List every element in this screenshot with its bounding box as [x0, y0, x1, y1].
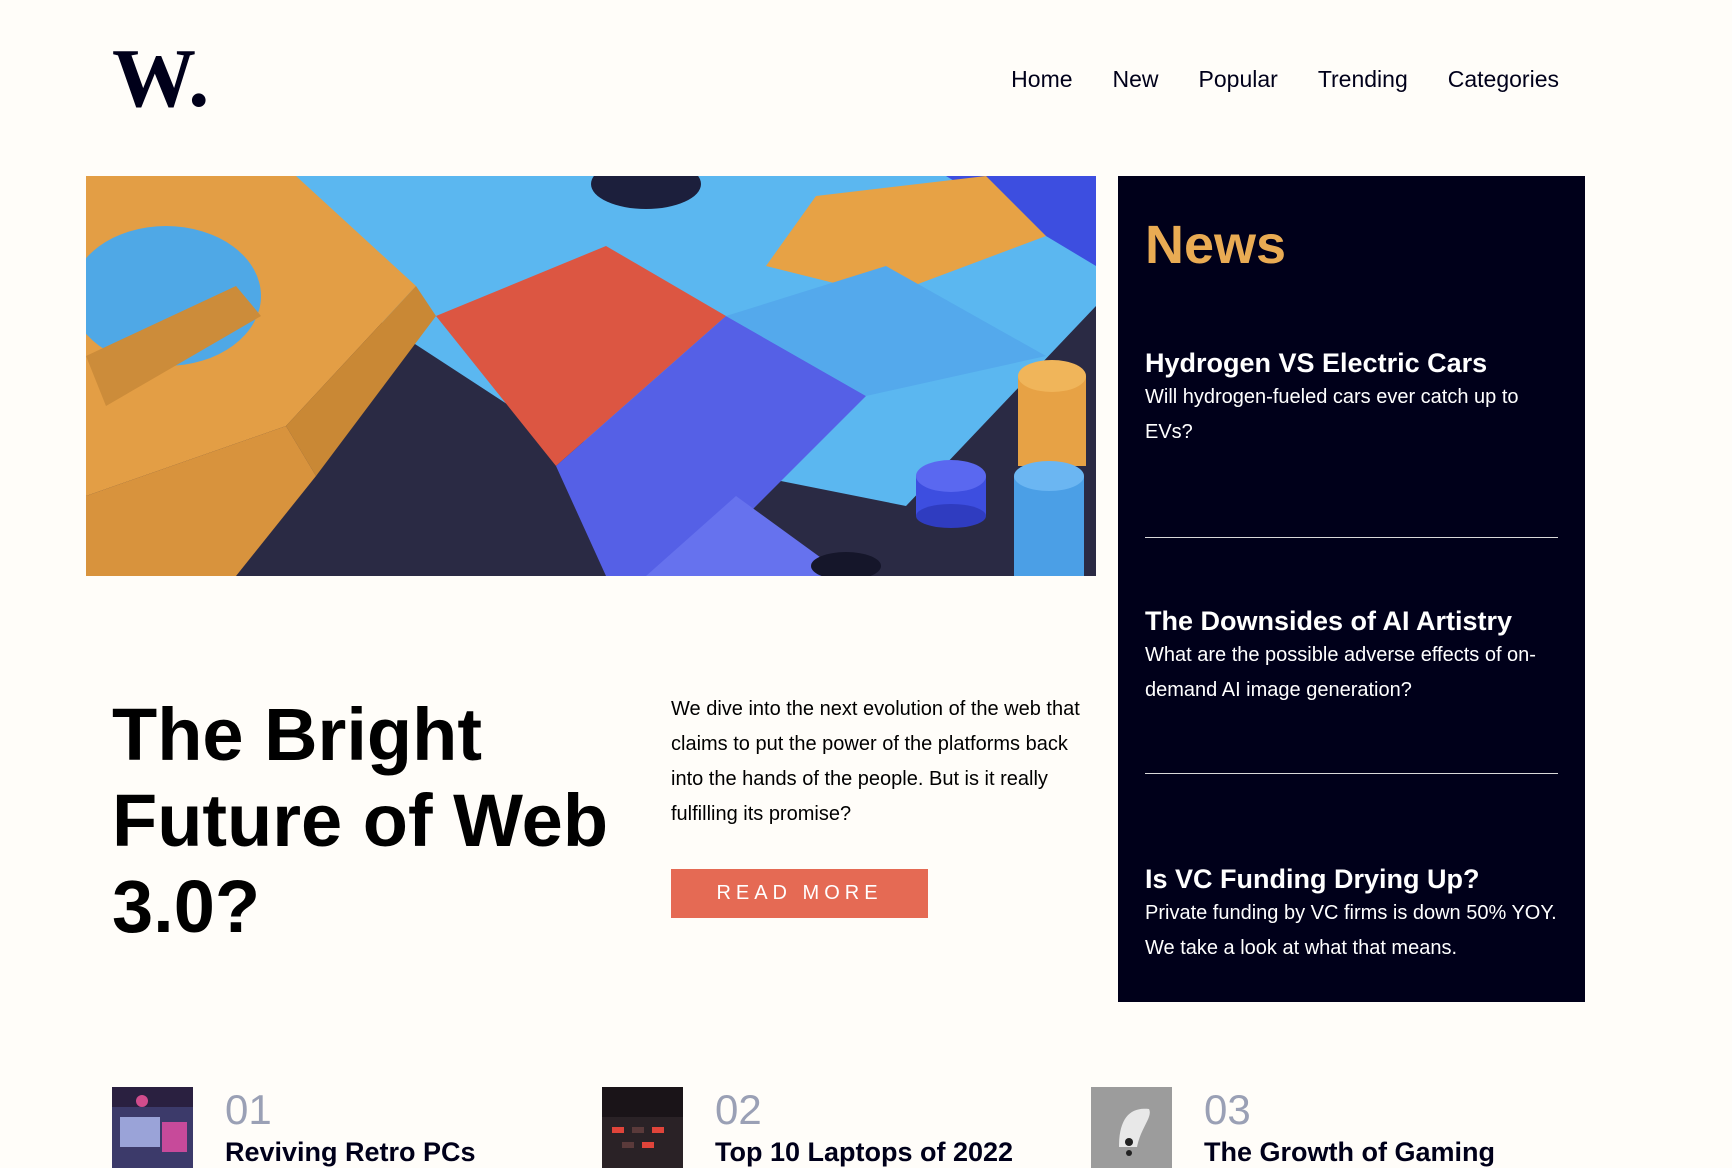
site-logo[interactable]: W.	[112, 32, 212, 125]
nav-popular[interactable]: Popular	[1199, 66, 1278, 93]
hero-image	[86, 176, 1096, 576]
hero-description: We dive into the next evolution of the w…	[671, 698, 1080, 825]
bottom-article[interactable]: 02 Top 10 Laptops of 2022	[602, 1087, 1013, 1168]
bottom-article[interactable]: 03 The Growth of Gaming	[1091, 1087, 1495, 1168]
nav-trending[interactable]: Trending	[1318, 66, 1408, 93]
news-item-title[interactable]: Is VC Funding Drying Up?	[1145, 862, 1558, 896]
news-item-summary: What are the possible adverse effects of…	[1145, 644, 1536, 701]
nav-home[interactable]: Home	[1011, 66, 1072, 93]
article-number: 02	[715, 1086, 762, 1133]
news-item-summary: Private funding by VC firms is down 50% …	[1145, 902, 1557, 959]
main-nav: Home New Popular Trending Categories	[1011, 66, 1559, 93]
hero-title: The Bright Future of Web 3.0?	[112, 693, 609, 948]
nav-new[interactable]: New	[1113, 66, 1159, 93]
news-item[interactable]: The Downsides of AI Artistry What are th…	[1145, 604, 1558, 708]
bottom-article[interactable]: 01 Reviving Retro PCs	[112, 1087, 476, 1168]
article-thumbnail	[112, 1087, 193, 1168]
logo-text: W.	[112, 40, 209, 120]
news-divider	[1145, 537, 1558, 538]
news-item-title[interactable]: Hydrogen VS Electric Cars	[1145, 346, 1558, 380]
news-sidebar: News Hydrogen VS Electric Cars Will hydr…	[1118, 176, 1585, 1002]
article-number: 03	[1204, 1086, 1251, 1133]
news-item[interactable]: Is VC Funding Drying Up? Private funding…	[1145, 862, 1558, 966]
news-item[interactable]: Hydrogen VS Electric Cars Will hydrogen-…	[1145, 346, 1558, 450]
article-thumbnail	[602, 1087, 683, 1168]
read-more-button[interactable]: READ MORE	[671, 869, 928, 918]
news-item-summary: Will hydrogen-fueled cars ever catch up …	[1145, 386, 1519, 443]
nav-categories[interactable]: Categories	[1448, 66, 1559, 93]
news-item-title[interactable]: The Downsides of AI Artistry	[1145, 604, 1558, 638]
news-heading: News	[1145, 215, 1287, 275]
article-thumbnail	[1091, 1087, 1172, 1168]
news-divider	[1145, 773, 1558, 774]
article-number: 01	[225, 1086, 272, 1133]
